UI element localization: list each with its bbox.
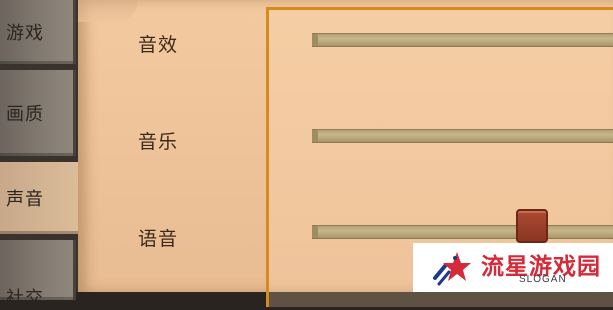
watermark-banner: 流星游戏园 SLOGAN <box>413 243 613 292</box>
tab-game[interactable]: 游戏 <box>0 0 76 64</box>
tab-graphics[interactable]: 画质 <box>0 70 76 156</box>
sound-effects-slider[interactable] <box>312 33 613 47</box>
voice-label: 语音 <box>138 228 179 250</box>
tab-social[interactable]: 社交 <box>0 240 76 309</box>
tab-sound[interactable]: 声音 <box>0 162 80 234</box>
shooting-star-icon <box>433 252 471 286</box>
music-slider[interactable] <box>312 129 613 143</box>
watermark-slogan: SLOGAN <box>519 274 567 285</box>
tab-game-label: 游戏 <box>6 23 44 44</box>
sound-effects-label: 音效 <box>138 34 179 56</box>
tab-social-label: 社交 <box>6 288 44 309</box>
voice-slider-knob[interactable] <box>515 209 548 243</box>
settings-tab-bar: 游戏 画质 声音 社交 <box>0 0 80 309</box>
tab-sound-label: 声音 <box>6 189 44 210</box>
voice-slider[interactable] <box>312 225 613 239</box>
music-label: 音乐 <box>138 131 179 153</box>
tab-graphics-label: 画质 <box>6 104 44 125</box>
